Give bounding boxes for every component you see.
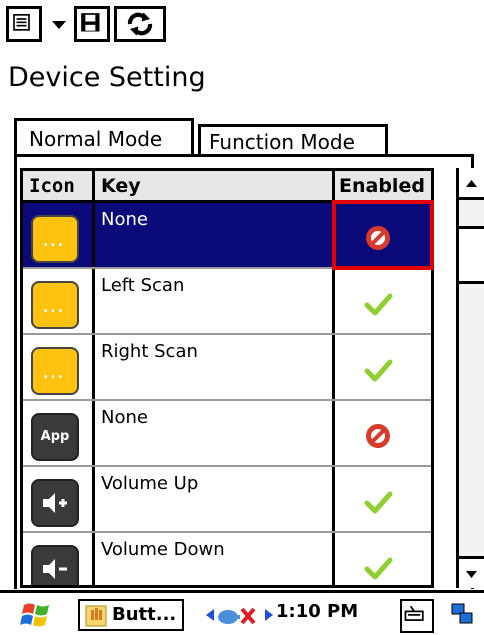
- list-menu-icon: [13, 14, 30, 31]
- refresh-button[interactable]: [114, 6, 166, 42]
- row-icon-cell: App: [23, 401, 95, 465]
- vertical-scrollbar[interactable]: [456, 168, 484, 588]
- clock[interactable]: 1:10 PM: [276, 601, 358, 622]
- highlight-frame: [332, 200, 434, 270]
- yellow-scan-button-icon: [31, 215, 79, 263]
- menu-dropdown-arrow[interactable]: [46, 6, 72, 42]
- row-enabled-cell[interactable]: [335, 335, 431, 399]
- row-key-label: Volume Up: [95, 467, 335, 531]
- triangle-down-icon: [52, 21, 66, 29]
- row-key-label: Left Scan: [95, 269, 335, 333]
- row-key-label: Volume Down: [95, 533, 335, 585]
- page-title: Device Setting: [8, 62, 206, 93]
- input-keyboard-icon[interactable]: [400, 599, 434, 633]
- tab-function-mode[interactable]: Function Mode: [198, 124, 388, 156]
- table-header: Icon Key Enabled: [23, 171, 431, 203]
- toolbar: [0, 0, 484, 48]
- volume-up-key-icon: [31, 479, 79, 527]
- task-switch-icon[interactable]: [448, 601, 480, 629]
- row-enabled-cell[interactable]: [335, 269, 431, 333]
- column-header-icon[interactable]: Icon: [23, 171, 95, 203]
- triangle-down-icon: [466, 571, 477, 578]
- table-row[interactable]: Left Scan: [23, 269, 431, 335]
- row-enabled-cell[interactable]: [335, 467, 431, 531]
- row-icon-cell: [23, 467, 95, 531]
- taskbar: Butt... 1:10 PM: [0, 590, 484, 634]
- checkmark-icon: [364, 359, 393, 382]
- windows-flag-icon: [20, 603, 49, 627]
- column-header-key[interactable]: Key: [95, 171, 335, 203]
- start-button[interactable]: [18, 599, 54, 631]
- row-key-label: Right Scan: [95, 335, 335, 399]
- scroll-up-button[interactable]: [459, 168, 484, 200]
- volume-down-key-icon: [31, 545, 79, 585]
- taskbar-app-button[interactable]: Butt...: [78, 599, 184, 631]
- disabled-icon: [366, 424, 390, 448]
- row-icon-cell: [23, 533, 95, 585]
- network-disconnected-icon[interactable]: [214, 601, 260, 629]
- menu-button[interactable]: [6, 6, 42, 42]
- taskbar-app-label: Butt...: [112, 604, 177, 625]
- refresh-arrows-icon: [127, 12, 153, 36]
- table-row[interactable]: Volume Down: [23, 533, 431, 585]
- scroll-thumb[interactable]: [459, 226, 484, 284]
- row-icon-cell: [23, 335, 95, 399]
- checkmark-icon: [364, 557, 393, 580]
- row-icon-cell: [23, 203, 95, 267]
- table-row[interactable]: Right Scan: [23, 335, 431, 401]
- table-row[interactable]: App None: [23, 401, 431, 467]
- app-hand-icon: [85, 605, 107, 627]
- save-floppy-icon: [81, 13, 100, 32]
- row-key-label: None: [95, 203, 335, 267]
- yellow-scan-button-icon: [31, 281, 79, 329]
- app-key-icon: App: [31, 413, 79, 461]
- row-enabled-cell[interactable]: [335, 533, 431, 585]
- save-button[interactable]: [74, 6, 110, 42]
- checkmark-icon: [364, 293, 393, 316]
- triangle-up-icon: [466, 180, 477, 187]
- row-key-label: None: [95, 401, 335, 465]
- checkmark-icon: [364, 491, 393, 514]
- column-header-enabled[interactable]: Enabled: [335, 171, 431, 203]
- tray-right-arrow-icon[interactable]: [262, 601, 276, 629]
- scroll-down-button[interactable]: [459, 556, 484, 588]
- row-icon-cell: [23, 269, 95, 333]
- yellow-scan-button-icon: [31, 347, 79, 395]
- table-row[interactable]: Volume Up: [23, 467, 431, 533]
- row-enabled-cell[interactable]: [335, 401, 431, 465]
